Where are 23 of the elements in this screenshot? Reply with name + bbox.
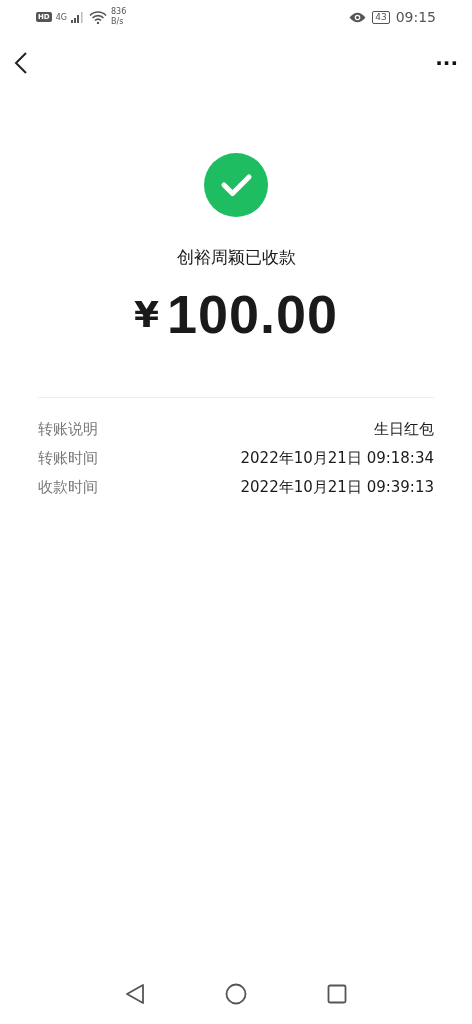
- detail-label: 转账说明: [38, 420, 98, 439]
- back-nav-icon[interactable]: [125, 983, 145, 1005]
- detail-label: 转账时间: [38, 449, 98, 468]
- eye-icon: [349, 11, 367, 23]
- back-icon[interactable]: [14, 52, 28, 74]
- receipt-title: 创裕周颖已收款: [176, 246, 296, 269]
- recents-nav-icon[interactable]: [327, 984, 347, 1004]
- detail-value: 2022年10月21日 09:39:13: [240, 478, 434, 497]
- detail-value: 生日红包: [374, 420, 434, 439]
- clock-time: 09:15: [395, 9, 436, 25]
- detail-value: 2022年10月21日 09:18:34: [240, 449, 434, 468]
- wifi-icon: [88, 10, 107, 24]
- network-type: 4G: [55, 13, 67, 22]
- success-check-icon: [204, 153, 268, 217]
- more-button[interactable]: ···: [435, 51, 458, 75]
- detail-label: 收款时间: [38, 478, 98, 497]
- signal-icon: [70, 11, 85, 23]
- battery-level: 43: [372, 10, 390, 24]
- speed-value: 836: [110, 7, 127, 17]
- currency-symbol: ¥: [133, 293, 159, 335]
- speed-unit: B/s: [110, 17, 125, 27]
- home-nav-icon[interactable]: [225, 983, 247, 1005]
- amount: 100.00: [166, 283, 339, 345]
